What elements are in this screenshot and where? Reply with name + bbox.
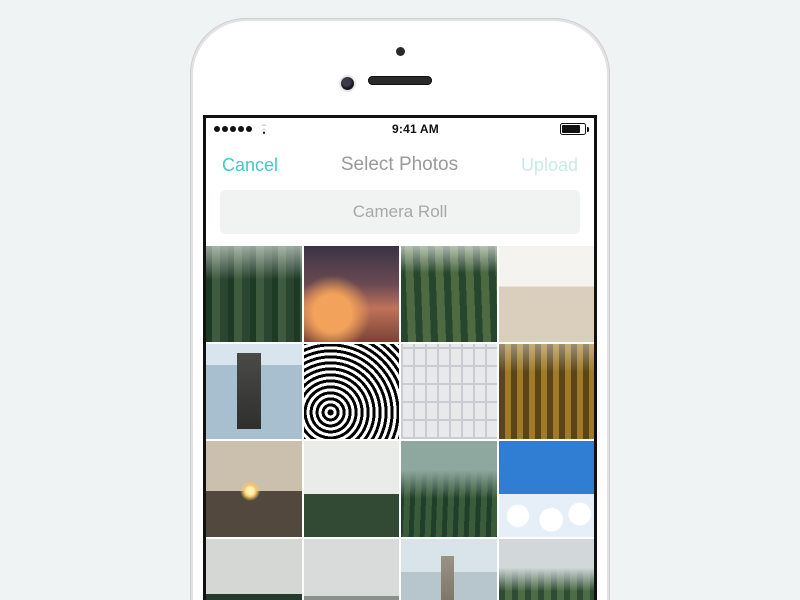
photo-grid <box>206 246 594 600</box>
album-selector[interactable]: Camera Roll <box>220 190 580 234</box>
phone-sensor-bar <box>203 21 597 115</box>
photo-thumb[interactable] <box>499 441 595 537</box>
earpiece-speaker-icon <box>368 76 432 85</box>
photo-thumb[interactable] <box>206 539 302 600</box>
cancel-button[interactable]: Cancel <box>222 155 278 176</box>
photo-thumb[interactable] <box>499 539 595 600</box>
photo-thumb[interactable] <box>206 441 302 537</box>
photo-thumb[interactable] <box>304 539 400 600</box>
status-bar: 9:41 AM <box>206 118 594 140</box>
phone-screen: 9:41 AM Cancel Select Photos Upload Came… <box>203 115 597 600</box>
wifi-icon <box>257 124 271 135</box>
photo-thumb[interactable] <box>401 441 497 537</box>
cellular-signal-icon <box>214 126 252 132</box>
photo-thumb[interactable] <box>401 344 497 440</box>
photo-thumb[interactable] <box>206 246 302 342</box>
photo-thumb[interactable] <box>304 441 400 537</box>
photo-thumb[interactable] <box>499 246 595 342</box>
proximity-sensor-icon <box>396 47 405 56</box>
photo-thumb[interactable] <box>401 246 497 342</box>
nav-bar: Cancel Select Photos Upload <box>206 140 594 190</box>
front-camera-icon <box>341 77 354 90</box>
photo-thumb[interactable] <box>206 344 302 440</box>
photo-thumb[interactable] <box>401 539 497 600</box>
phone-frame: 9:41 AM Cancel Select Photos Upload Came… <box>190 18 610 600</box>
status-left <box>214 124 271 135</box>
photo-thumb[interactable] <box>304 246 400 342</box>
status-time: 9:41 AM <box>392 122 439 136</box>
page-title: Select Photos <box>341 154 458 176</box>
upload-button[interactable]: Upload <box>521 155 578 176</box>
photo-thumb[interactable] <box>499 344 595 440</box>
album-selector-label: Camera Roll <box>353 202 447 221</box>
battery-icon <box>560 123 586 135</box>
phone-inner: 9:41 AM Cancel Select Photos Upload Came… <box>193 21 607 600</box>
photo-thumb[interactable] <box>304 344 400 440</box>
